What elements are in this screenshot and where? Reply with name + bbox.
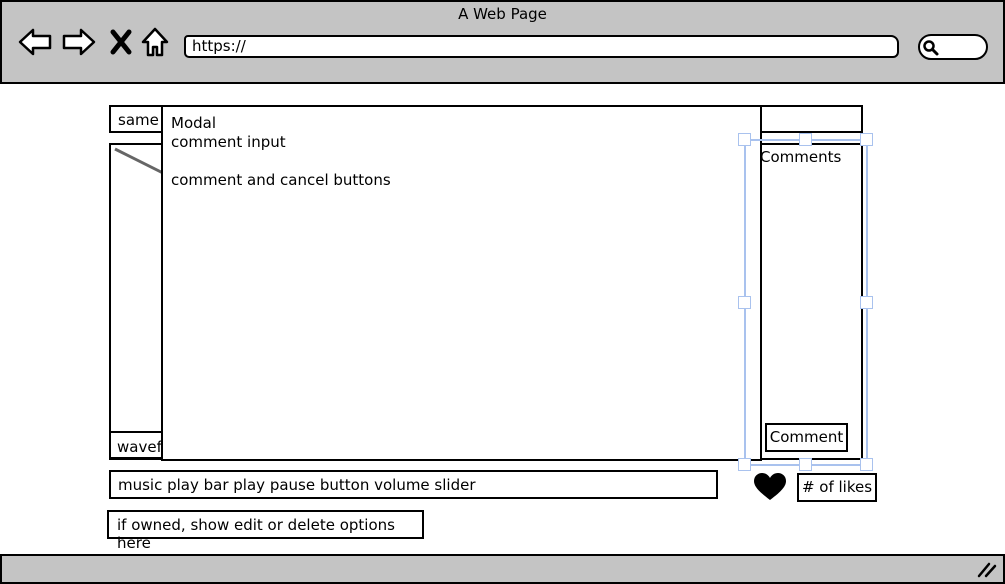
search-box[interactable] <box>918 34 988 60</box>
likes-count: # of likes <box>797 473 877 502</box>
back-icon[interactable] <box>16 26 54 58</box>
close-icon[interactable] <box>108 26 134 58</box>
modal-title: Modal <box>171 114 216 132</box>
modal-dialog: Modal comment input comment and cancel b… <box>161 105 762 461</box>
address-bar[interactable]: https:// <box>184 35 899 58</box>
comment-button[interactable]: Comment <box>765 423 848 452</box>
selection-handle[interactable] <box>738 458 751 471</box>
resize-grip-icon[interactable] <box>977 560 997 578</box>
comments-title: Comments <box>760 148 842 166</box>
top-right-box <box>760 105 863 133</box>
modal-comment-input-label: comment input <box>171 133 286 151</box>
selection-handle[interactable] <box>860 296 873 309</box>
home-icon[interactable] <box>138 26 172 58</box>
music-play-bar[interactable]: music play bar play pause button volume … <box>109 470 718 499</box>
waveform-label: wavefo <box>109 431 163 459</box>
image-placeholder <box>109 143 165 460</box>
comments-panel <box>760 143 863 460</box>
forward-icon[interactable] <box>60 26 98 58</box>
selection-handle[interactable] <box>738 133 751 146</box>
placeholder-diagonal <box>114 147 163 175</box>
browser-status-bar <box>0 554 1005 584</box>
owner-options[interactable]: if owned, show edit or delete options he… <box>107 510 424 552</box>
selection-handle[interactable] <box>799 133 812 146</box>
selection-handle[interactable] <box>860 133 873 146</box>
selection-handle[interactable] <box>799 458 812 471</box>
search-icon <box>923 40 939 56</box>
tab-same[interactable]: same <box>109 105 163 133</box>
modal-buttons-label: comment and cancel buttons <box>171 171 391 189</box>
window-title: A Web Page <box>458 5 547 23</box>
selection-handle[interactable] <box>860 458 873 471</box>
selection-handle[interactable] <box>738 296 751 309</box>
heart-icon[interactable] <box>752 472 788 502</box>
